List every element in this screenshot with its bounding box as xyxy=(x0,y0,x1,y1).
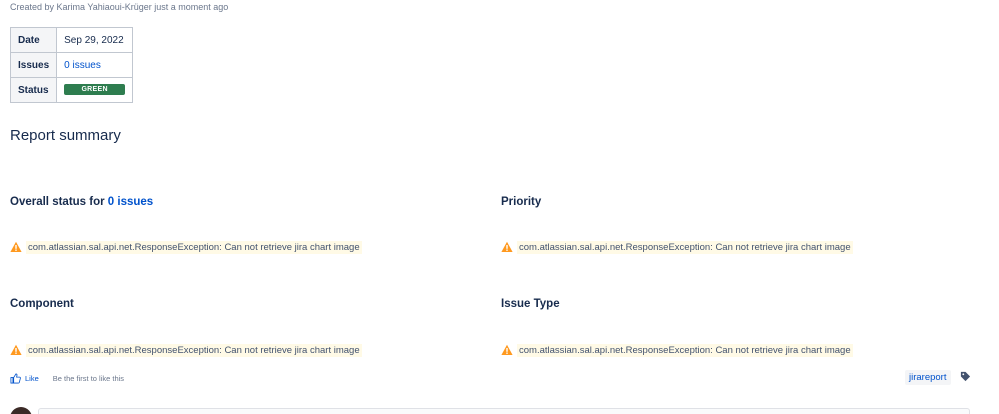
overall-status-issues-link[interactable]: 0 issues xyxy=(108,196,153,208)
tag-icon[interactable] xyxy=(960,371,971,382)
component-title: Component xyxy=(10,298,74,310)
table-row: Date Sep 29, 2022 xyxy=(9,27,134,53)
error-message: com.atlassian.sal.api.net.ResponseExcept… xyxy=(517,240,853,254)
meta-key-issues: Issues xyxy=(9,52,58,78)
overall-status-error: com.atlassian.sal.api.net.ResponseExcept… xyxy=(10,238,362,256)
page-byline: Created by Karima Yahiaoui-Krüger just a… xyxy=(10,2,229,12)
like-note: Be the first to like this xyxy=(52,373,125,383)
avatar xyxy=(10,407,32,414)
comment-input[interactable] xyxy=(38,408,970,414)
priority-error: com.atlassian.sal.api.net.ResponseExcept… xyxy=(501,238,853,256)
issues-link[interactable]: 0 issues xyxy=(64,60,101,71)
issue-type-error: com.atlassian.sal.api.net.ResponseExcept… xyxy=(501,341,853,359)
label-jirareport[interactable]: jirareport xyxy=(905,370,951,385)
error-message: com.atlassian.sal.api.net.ResponseExcept… xyxy=(26,343,362,357)
meta-value-date: Sep 29, 2022 xyxy=(56,27,134,53)
table-row: Status GREEN xyxy=(9,77,134,103)
priority-title: Priority xyxy=(501,196,542,208)
error-message: com.atlassian.sal.api.net.ResponseExcept… xyxy=(26,240,362,254)
meta-value-issues-cell: 0 issues xyxy=(56,52,134,78)
report-summary-heading: Report summary xyxy=(10,127,121,144)
like-bar: Like Be the first to like this xyxy=(10,371,124,385)
overall-status-title: Overall status for 0 issues xyxy=(10,196,153,208)
meta-key-date: Date xyxy=(9,27,58,53)
meta-key-status: Status xyxy=(9,77,58,103)
error-message: com.atlassian.sal.api.net.ResponseExcept… xyxy=(517,343,853,357)
warning-icon xyxy=(10,241,22,252)
status-badge: GREEN xyxy=(64,84,126,96)
warning-icon xyxy=(501,344,513,355)
warning-icon xyxy=(10,344,22,355)
issue-type-title: Issue Type xyxy=(501,298,560,310)
warning-icon xyxy=(501,241,513,252)
component-error: com.atlassian.sal.api.net.ResponseExcept… xyxy=(10,341,362,359)
overall-status-title-text: Overall status for xyxy=(10,196,108,208)
report-meta-table: Date Sep 29, 2022 Issues 0 issues Status… xyxy=(9,27,134,103)
like-button[interactable]: Like xyxy=(25,374,39,383)
table-row: Issues 0 issues xyxy=(9,52,134,78)
thumbs-up-icon[interactable] xyxy=(10,373,21,384)
meta-value-status-cell: GREEN xyxy=(56,77,134,103)
